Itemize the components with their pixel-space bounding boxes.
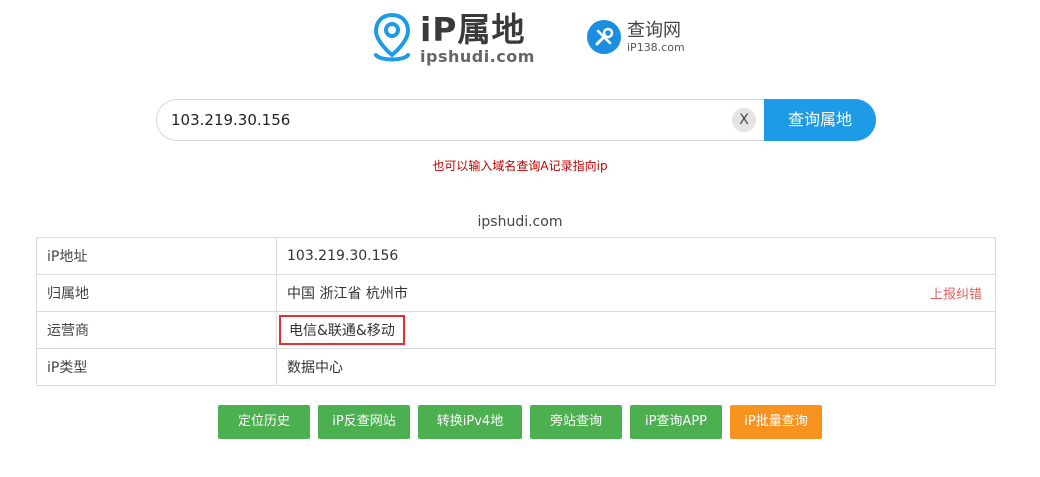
partner-subtitle: iP138.com bbox=[627, 40, 685, 54]
row-key: iP地址 bbox=[36, 237, 277, 275]
ip-app-button[interactable]: iP查询APP bbox=[630, 405, 722, 439]
table-row: 归属地 中国 浙江省 杭州市 上报纠错 bbox=[36, 274, 996, 312]
row-key: 运营商 bbox=[36, 311, 277, 349]
convert-ipv4-button[interactable]: 转换iPv4地址 bbox=[418, 405, 522, 463]
location-history-button[interactable]: 定位历史 bbox=[218, 405, 310, 439]
search-button[interactable]: 查询属地 bbox=[764, 99, 876, 141]
location-pin-icon bbox=[373, 12, 411, 62]
row-value-cell: 电信&联通&移动 bbox=[276, 311, 996, 349]
table-row: iP地址 103.219.30.156 bbox=[36, 237, 996, 275]
tools-icon bbox=[587, 20, 621, 54]
row-value: 中国 浙江省 杭州市 bbox=[287, 286, 408, 302]
logo-title: iP属地 bbox=[420, 10, 526, 49]
reverse-ip-button[interactable]: iP反查网站 bbox=[318, 405, 410, 439]
search-hint: 也可以输入域名查询A记录指向ip bbox=[432, 159, 608, 173]
report-error-link[interactable]: 上报纠错 bbox=[930, 284, 982, 303]
row-key: 归属地 bbox=[36, 274, 277, 312]
table-row: 运营商 电信&联通&移动 bbox=[36, 311, 996, 349]
batch-query-button[interactable]: iP批量查询 bbox=[730, 405, 822, 439]
ip-info-table: iP地址 103.219.30.156 归属地 中国 浙江省 杭州市 上报纠错 … bbox=[36, 237, 996, 386]
row-key: iP类型 bbox=[36, 348, 277, 386]
clear-button[interactable]: X bbox=[732, 108, 756, 132]
row-value: 103.219.30.156 bbox=[276, 237, 996, 275]
ip-search-input[interactable] bbox=[171, 100, 731, 140]
search-bar: X 查询属地 bbox=[156, 99, 876, 141]
row-value: 数据中心 bbox=[276, 348, 996, 386]
row-value-cell: 中国 浙江省 杭州市 上报纠错 bbox=[276, 274, 996, 312]
highlighted-value: 电信&联通&移动 bbox=[279, 315, 405, 345]
table-row: iP类型 数据中心 bbox=[36, 348, 996, 386]
ipshudi-logo[interactable]: iP属地 ipshudi.com bbox=[370, 10, 535, 68]
partner-title: 查询网 bbox=[627, 19, 681, 41]
ip138-logo[interactable]: 查询网 iP138.com bbox=[587, 20, 685, 54]
table-caption: ipshudi.com bbox=[477, 214, 563, 230]
page: iP属地 ipshudi.com 查询网 iP138.com X 查询属地 也可… bbox=[0, 0, 1040, 477]
logo-subtitle: ipshudi.com bbox=[420, 47, 535, 66]
action-buttons: 定位历史 iP反查网站 转换iPv4地址 旁站查询 iP查询APP iP批量查询 bbox=[0, 405, 1040, 463]
side-site-button[interactable]: 旁站查询 bbox=[530, 405, 622, 439]
